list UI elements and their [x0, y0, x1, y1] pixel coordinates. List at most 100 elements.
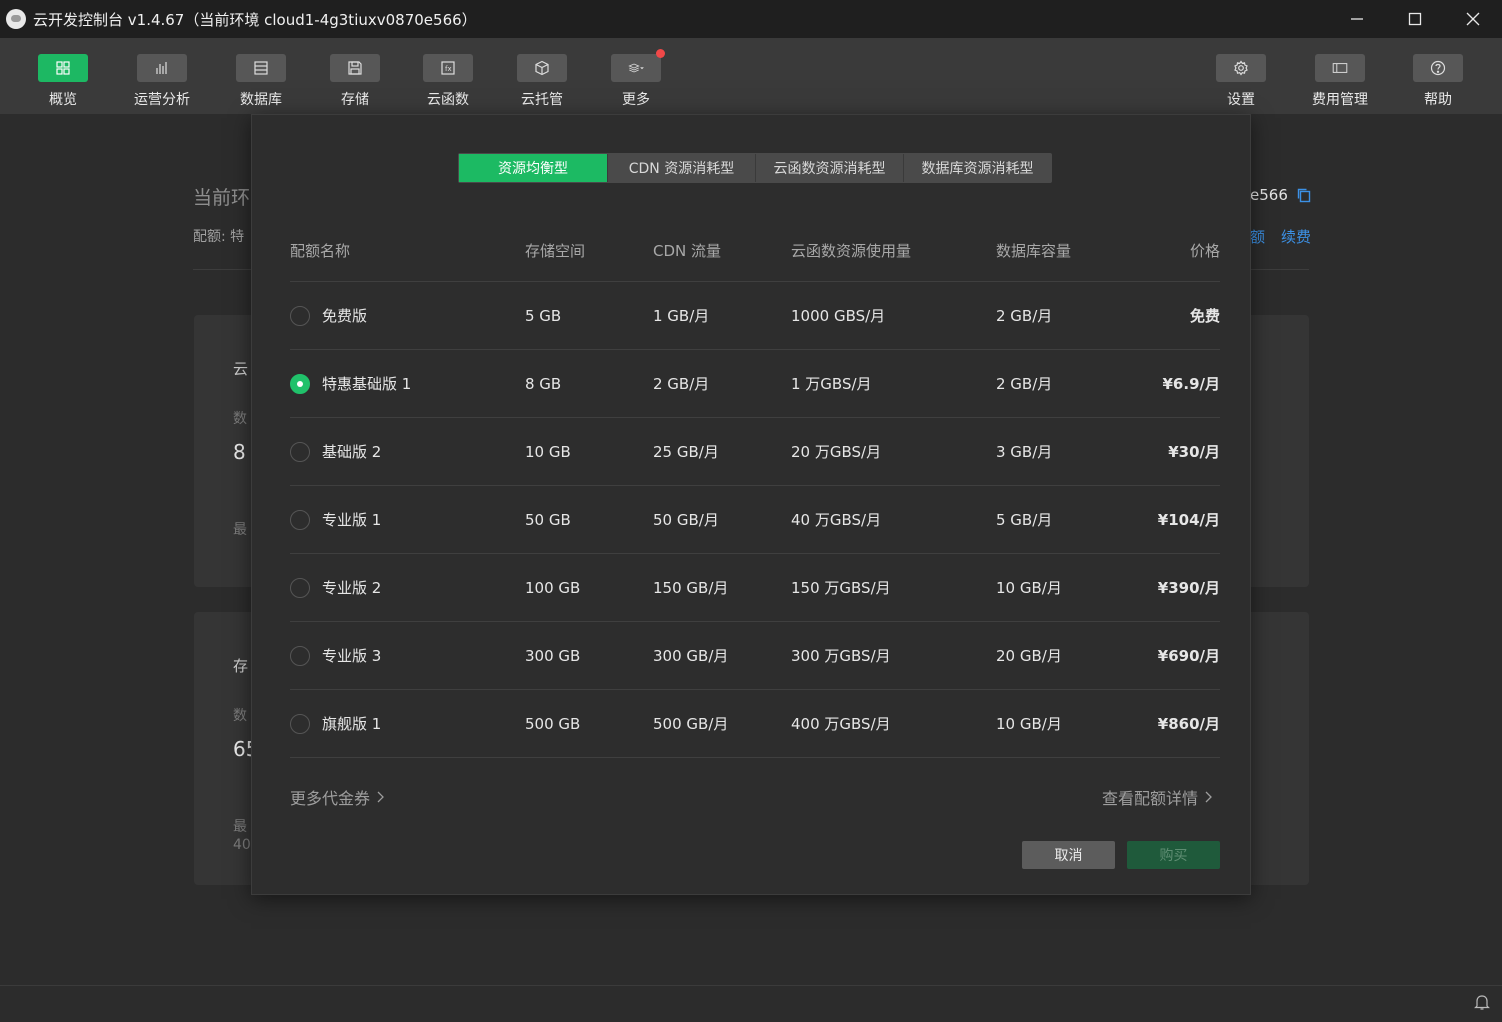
function-icon: fx	[441, 61, 455, 75]
cube-icon	[535, 60, 549, 76]
plan-name: 旗舰版 1	[322, 715, 382, 733]
plan-radio[interactable]	[290, 713, 310, 734]
quota-details-label: 查看配额详情	[1101, 789, 1198, 808]
plan-radio[interactable]	[290, 305, 310, 326]
bell-icon[interactable]	[1474, 993, 1490, 1011]
svg-text:fx: fx	[445, 65, 452, 73]
bg-card-title: 存	[233, 657, 249, 675]
toolbar-label: 云函数	[427, 92, 469, 108]
function-cell: 150 万GBS/月	[791, 579, 891, 597]
price-cell: ¥390/月	[1157, 579, 1220, 597]
tab-function-heavy[interactable]: 云函数资源消耗型	[755, 154, 903, 182]
table-row[interactable]: 旗舰版 1 500 GB 500 GB/月 400 万GBS/月 10 GB/月…	[290, 690, 1220, 758]
quota-purchase-dialog: 资源均衡型 CDN 资源消耗型 云函数资源消耗型 数据库资源消耗型 配额名称 存…	[251, 114, 1251, 895]
table-row[interactable]: 专业版 2 100 GB 150 GB/月 150 万GBS/月 10 GB/月…	[290, 554, 1220, 622]
tab-cdn-heavy[interactable]: CDN 资源消耗型	[607, 154, 755, 182]
database-cell: 5 GB/月	[996, 511, 1053, 529]
plan-name: 专业版 3	[322, 647, 382, 665]
gear-icon	[1234, 60, 1248, 76]
billing-icon	[1332, 63, 1348, 73]
table-row[interactable]: 免费版 5 GB 1 GB/月 1000 GBS/月 2 GB/月 免费	[290, 282, 1220, 350]
cancel-button[interactable]: 取消	[1022, 841, 1115, 869]
maximize-button[interactable]	[1386, 0, 1444, 38]
plan-radio-selected[interactable]	[290, 373, 310, 394]
minimize-icon	[1351, 18, 1363, 20]
grid-icon	[56, 61, 70, 75]
more-coupons-link[interactable]: 更多代金券	[290, 785, 384, 809]
chevron-right-icon	[377, 791, 384, 803]
quota-table: 配额名称 存储空间 CDN 流量 云函数资源使用量 数据库容量 价格 免费版 5…	[290, 220, 1220, 758]
bg-link-renew[interactable]: 续费	[1281, 228, 1311, 246]
bg-card-value: 40	[233, 837, 251, 853]
plan-name: 免费版	[322, 307, 368, 325]
bg-links: 额续费	[1250, 226, 1327, 247]
plan-radio[interactable]	[290, 509, 310, 530]
tab-database-heavy[interactable]: 数据库资源消耗型	[903, 154, 1051, 182]
minimize-button[interactable]	[1328, 0, 1386, 38]
price-cell: ¥6.9/月	[1162, 375, 1221, 393]
toolbar-billing[interactable]: 费用管理	[1300, 54, 1380, 109]
chevron-right-icon	[1205, 791, 1212, 803]
window-title: 云开发控制台 v1.4.67（当前环境 cloud1-4g3tiuxv0870e…	[33, 10, 477, 29]
buy-button[interactable]: 购买	[1127, 841, 1220, 869]
table-row[interactable]: 专业版 1 50 GB 50 GB/月 40 万GBS/月 5 GB/月 ¥10…	[290, 486, 1220, 554]
quota-details-link[interactable]: 查看配额详情	[1102, 785, 1212, 809]
toolbar-storage[interactable]: 存储	[315, 54, 395, 109]
plan-radio[interactable]	[290, 441, 310, 462]
price-cell: ¥860/月	[1157, 715, 1220, 733]
function-cell: 1 万GBS/月	[791, 375, 872, 393]
toolbar-settings[interactable]: 设置	[1201, 54, 1281, 109]
toolbar-cloud-hosting[interactable]: 云托管	[502, 54, 582, 109]
table-header: 配额名称 存储空间 CDN 流量 云函数资源使用量 数据库容量 价格	[290, 220, 1220, 282]
toolbar-label: 设置	[1227, 92, 1255, 108]
function-cell: 20 万GBS/月	[791, 443, 882, 461]
more-coupons-label: 更多代金券	[290, 789, 371, 808]
bg-env-id: e566	[1250, 186, 1312, 204]
toolbar-label: 帮助	[1424, 92, 1452, 108]
plan-radio[interactable]	[290, 645, 310, 666]
storage-icon	[348, 61, 362, 75]
database-cell: 20 GB/月	[996, 647, 1062, 665]
bg-link-quota[interactable]: 额	[1250, 228, 1265, 246]
price-cell: ¥104/月	[1157, 511, 1220, 529]
column-header: 数据库容量	[996, 242, 1072, 260]
close-button[interactable]	[1444, 0, 1502, 38]
toolbar-overview[interactable]: 概览	[23, 54, 103, 109]
column-header: 存储空间	[525, 242, 586, 260]
toolbar-functions[interactable]: fx 云函数	[408, 54, 488, 109]
price-cell: ¥690/月	[1157, 647, 1220, 665]
toolbar: 概览 运营分析 数据库 存储 fx 云函数 云托管 更多 设置 费用管理 帮助	[0, 38, 1502, 114]
tab-balanced[interactable]: 资源均衡型	[459, 154, 607, 182]
bg-quota-label: 配额: 特	[193, 229, 245, 245]
cdn-cell: 2 GB/月	[653, 375, 710, 393]
app-logo-icon	[6, 9, 26, 29]
price-cell: 免费	[1189, 307, 1220, 325]
toolbar-label: 更多	[622, 92, 650, 108]
table-row[interactable]: 专业版 3 300 GB 300 GB/月 300 万GBS/月 20 GB/月…	[290, 622, 1220, 690]
bar-chart-icon	[156, 62, 167, 74]
table-row[interactable]: 基础版 2 10 GB 25 GB/月 20 万GBS/月 3 GB/月 ¥30…	[290, 418, 1220, 486]
plan-name: 专业版 2	[322, 579, 382, 597]
copy-icon[interactable]	[1296, 187, 1312, 203]
toolbar-database[interactable]: 数据库	[221, 54, 301, 109]
function-cell: 300 万GBS/月	[791, 647, 891, 665]
help-icon	[1430, 60, 1446, 76]
bg-card-label: 最	[233, 522, 247, 538]
plan-radio[interactable]	[290, 577, 310, 598]
layers-icon	[628, 63, 644, 73]
toolbar-help[interactable]: 帮助	[1398, 54, 1478, 109]
column-header: 云函数资源使用量	[791, 242, 912, 260]
toolbar-analytics[interactable]: 运营分析	[122, 54, 202, 109]
bg-card-label: 数	[233, 708, 247, 724]
bg-env-title: 当前环	[193, 187, 251, 209]
notification-dot	[656, 49, 665, 58]
price-cell: ¥30/月	[1168, 443, 1220, 461]
cdn-cell: 150 GB/月	[653, 579, 729, 597]
plan-name: 基础版 2	[322, 443, 382, 461]
table-row[interactable]: 特惠基础版 1 8 GB 2 GB/月 1 万GBS/月 2 GB/月 ¥6.9…	[290, 350, 1220, 418]
function-cell: 40 万GBS/月	[791, 511, 882, 529]
database-cell: 2 GB/月	[996, 375, 1053, 393]
storage-cell: 50 GB	[525, 510, 571, 529]
toolbar-more[interactable]: 更多	[596, 49, 676, 109]
toolbar-label: 运营分析	[134, 92, 190, 108]
